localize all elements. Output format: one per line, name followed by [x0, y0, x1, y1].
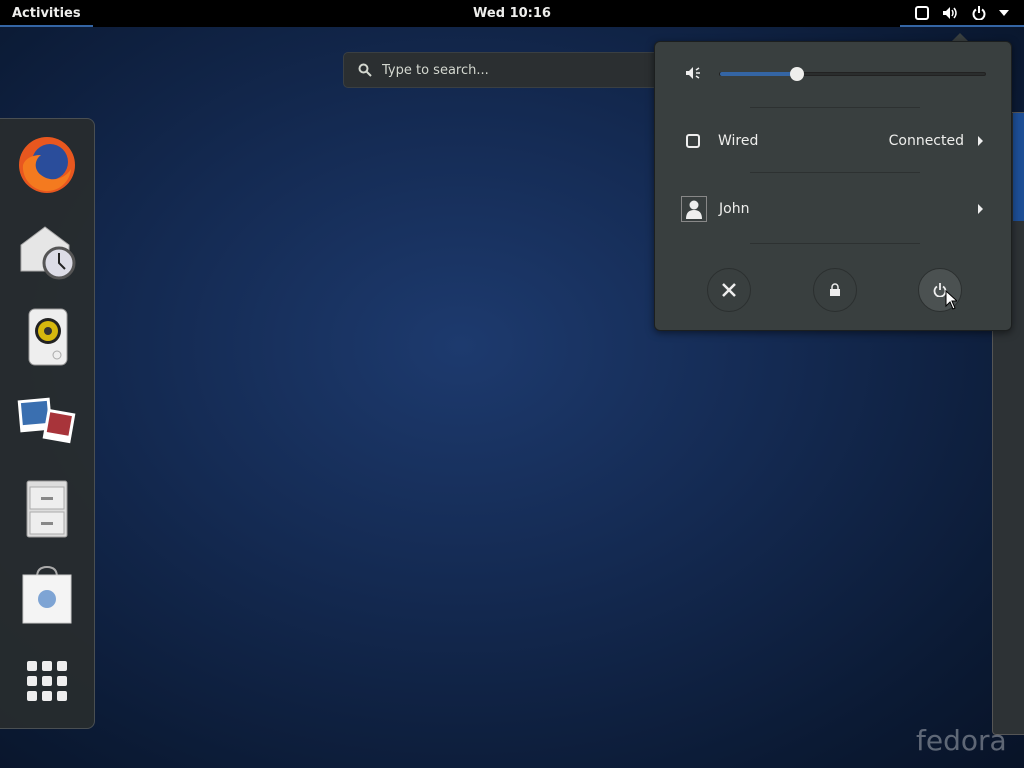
settings-icon [722, 283, 736, 297]
dropdown-arrow-icon [999, 9, 1010, 16]
top-bar: Activities Wed 10:16 [0, 0, 1024, 27]
chevron-right-icon [978, 136, 983, 146]
search-box[interactable] [343, 52, 663, 88]
files-icon[interactable] [15, 477, 79, 541]
search-input[interactable] [382, 62, 642, 78]
dash [0, 118, 95, 729]
chevron-right-icon [978, 204, 983, 214]
network-status: Connected [888, 133, 964, 149]
power-icon [972, 5, 986, 20]
firefox-icon[interactable] [15, 133, 79, 197]
volume-slider[interactable] [719, 67, 986, 81]
search-icon [358, 63, 372, 77]
network-label: Wired [718, 133, 759, 149]
show-apps-icon[interactable] [15, 649, 79, 713]
fedora-logo: fedora [916, 724, 1007, 757]
clock: Wed 10:16 [0, 0, 1024, 27]
separator [750, 107, 920, 108]
system-menu-button[interactable] [900, 0, 1024, 27]
avatar-icon [681, 196, 707, 222]
clock-button[interactable]: Wed 10:16 [473, 6, 551, 21]
volume-slider-handle[interactable] [789, 67, 804, 81]
settings-button[interactable] [707, 268, 751, 312]
user-name: John [719, 201, 750, 217]
lock-icon [830, 283, 840, 296]
volume-icon [943, 6, 957, 19]
separator [750, 172, 920, 173]
separator [750, 243, 920, 244]
user-item[interactable]: John [655, 194, 1013, 224]
lock-button[interactable] [813, 268, 857, 312]
network-wired-icon [914, 5, 929, 20]
rhythmbox-icon[interactable] [15, 305, 79, 369]
mouse-cursor-icon [945, 290, 957, 310]
network-wired-icon [686, 134, 700, 148]
software-icon[interactable] [15, 563, 79, 627]
evolution-icon[interactable] [15, 219, 79, 283]
network-item[interactable]: Wired Connected [655, 126, 1013, 156]
system-menu: Wired Connected John [654, 41, 1012, 331]
volume-muted-icon[interactable] [685, 66, 701, 80]
activities-button[interactable]: Activities [0, 0, 93, 27]
shotwell-icon[interactable] [15, 391, 79, 455]
